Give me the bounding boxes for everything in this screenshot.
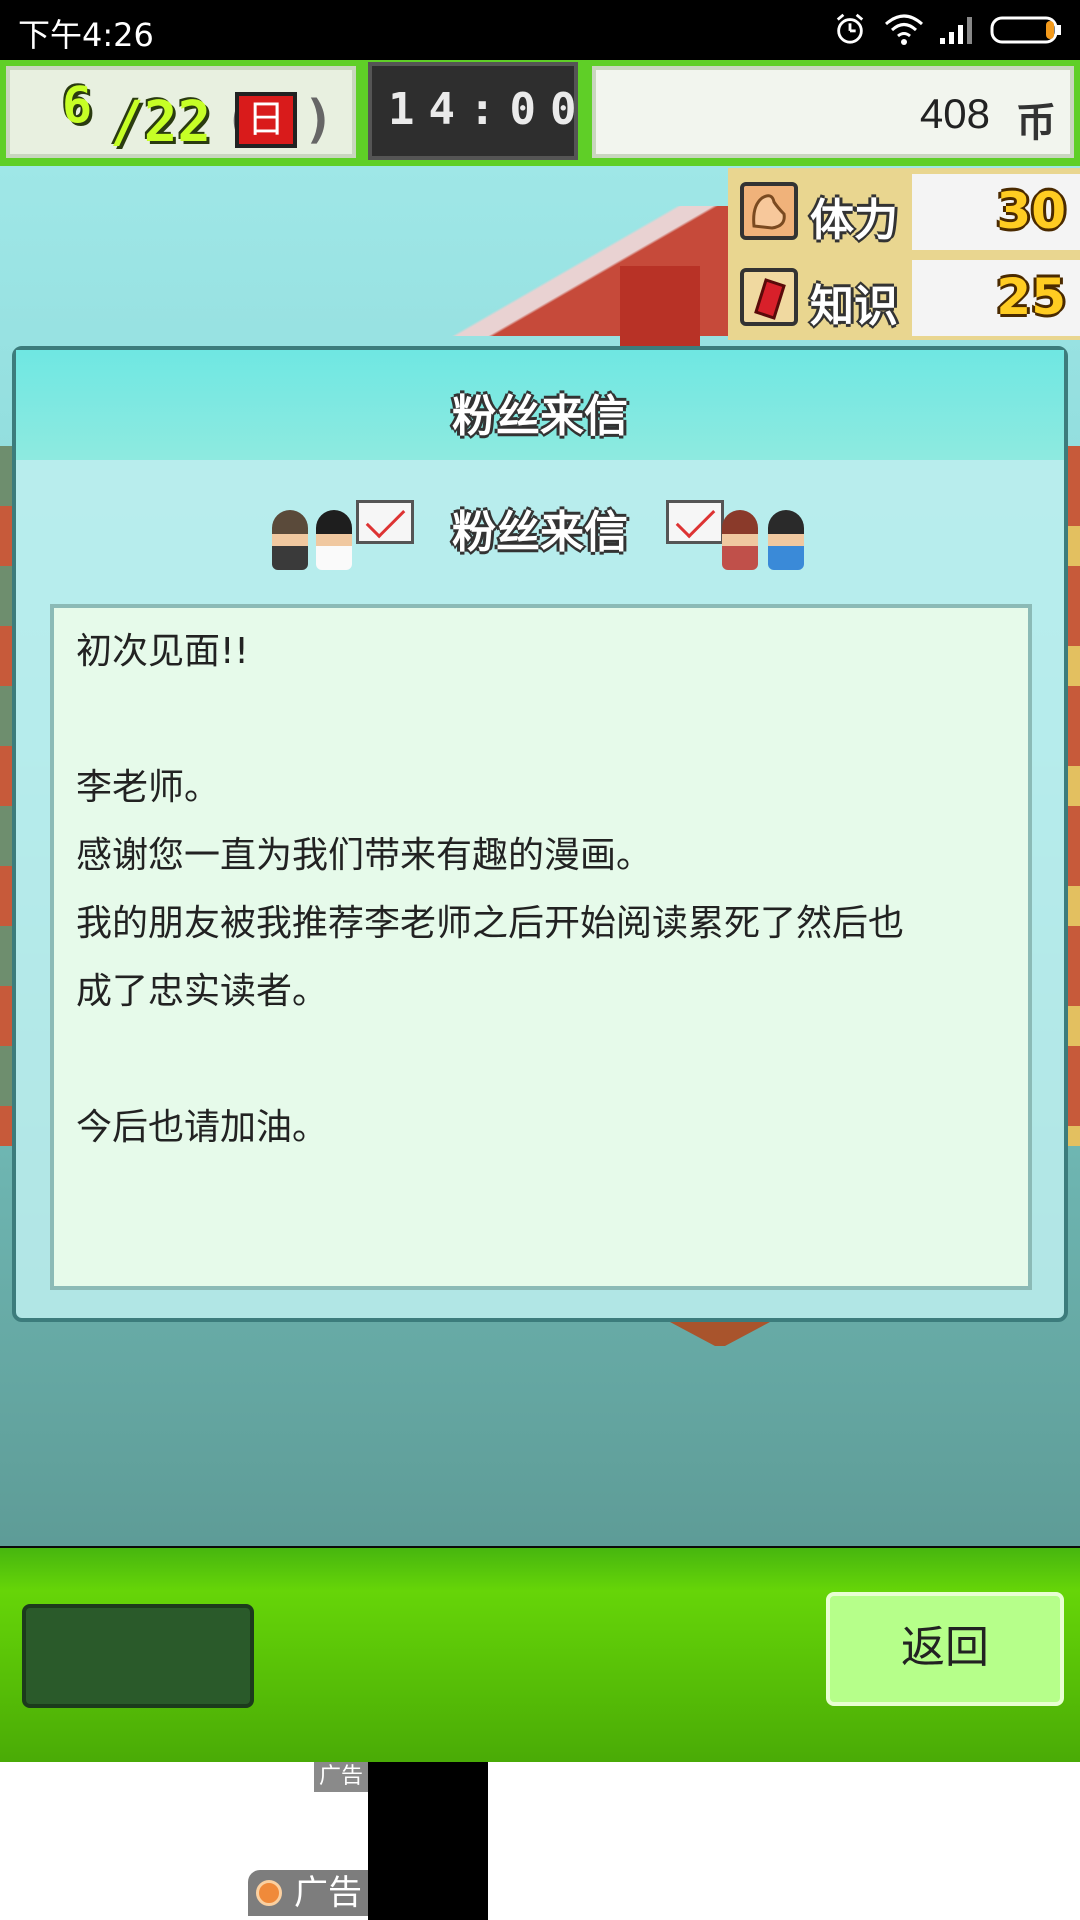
banner-title: 粉丝来信 xyxy=(452,507,628,558)
muscle-arm-icon xyxy=(740,182,798,240)
status-time: 下午4:26 xyxy=(18,16,154,54)
dialog-title: 粉丝来信 xyxy=(452,391,628,442)
clock-display: 14:00 xyxy=(368,62,578,160)
stat-value-box: 25 xyxy=(912,260,1080,336)
fan-avatar xyxy=(722,510,758,570)
month-value: 6 xyxy=(62,76,93,134)
letter-line: 今后也请加油。 xyxy=(76,1107,329,1148)
back-button[interactable]: 返回 xyxy=(826,1592,1064,1706)
envelope-icon xyxy=(666,500,724,544)
ad-image[interactable] xyxy=(368,1762,488,1920)
ad-label: 广告 xyxy=(248,1870,368,1916)
stat-value: 25 xyxy=(996,268,1066,326)
letter-line: 我的朋友被我推荐李老师之后开始阅读累死了然后也 xyxy=(76,903,905,944)
letter-body: 初次见面!! 李老师。 感谢您一直为我们带来有趣的漫画。 我的朋友被我推荐李老师… xyxy=(50,604,1032,1290)
weekday-paren-right: ) xyxy=(303,90,335,150)
stat-label: 知识 xyxy=(810,281,898,332)
status-bar: 下午4:26 xyxy=(0,0,1080,60)
day-value: /22 xyxy=(110,90,212,155)
stat-stamina: 体力 30 xyxy=(728,170,1080,254)
stats-panel: 体力 30 知识 25 xyxy=(728,168,1080,340)
stat-value-box: 30 xyxy=(912,174,1080,250)
date-display: 6 /22 ( 日 ) xyxy=(6,66,356,158)
red-book-icon xyxy=(740,268,798,326)
signal-icon xyxy=(940,17,972,44)
coin-display: 408 币 xyxy=(592,66,1074,158)
ad-banner[interactable]: 广告 广告 xyxy=(0,1762,1080,1920)
disabled-left-button xyxy=(22,1604,254,1708)
weekday-badge: 日 xyxy=(235,92,297,148)
stat-knowledge: 知识 25 xyxy=(728,256,1080,340)
letter-line: 李老师。 xyxy=(76,767,221,808)
bottom-action-bar: 返回 xyxy=(0,1548,1080,1762)
sun-icon xyxy=(256,1880,282,1906)
right-building-edge xyxy=(1066,446,1080,1146)
battery-icon xyxy=(990,16,1061,44)
floor-arrow xyxy=(670,1322,770,1346)
alarm-icon xyxy=(836,13,864,44)
letter-line: 成了忠实读者。 xyxy=(76,971,329,1012)
wifi-icon xyxy=(885,14,923,45)
coin-unit-label: 币 xyxy=(1016,100,1056,146)
stat-label: 体力 xyxy=(810,195,898,246)
fan-avatar xyxy=(768,510,804,570)
building-wall xyxy=(620,266,700,346)
clock-value: 14:00 xyxy=(388,84,591,135)
game-top-bar: 6 /22 ( 日 ) 14:00 408 币 xyxy=(0,60,1080,166)
fan-letter-dialog: 粉丝来信 粉丝来信 初次见面!! 李老师。 感谢您一直为我们带来有趣的漫画。 我… xyxy=(12,346,1068,1322)
letter-line: 初次见面!! xyxy=(76,631,249,672)
coin-count: 408 xyxy=(919,90,990,137)
letter-line: 感谢您一直为我们带来有趣的漫画。 xyxy=(76,835,653,876)
stat-value: 30 xyxy=(996,182,1066,240)
ad-label-text: 广告 xyxy=(294,1873,362,1913)
ad-tag: 广告 xyxy=(314,1762,368,1792)
